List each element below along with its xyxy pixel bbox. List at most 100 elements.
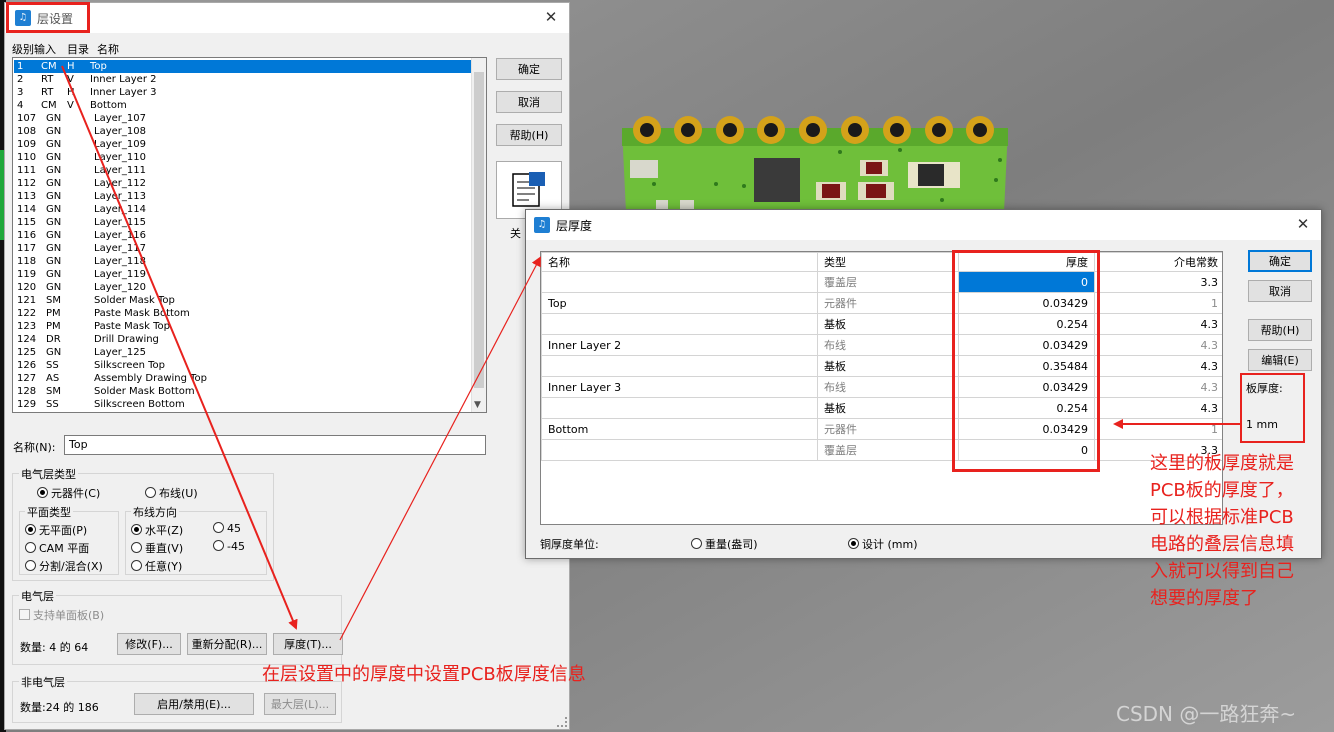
layer-list-item[interactable]: 120 GN Layer_120 [14,281,471,294]
minus45-radio[interactable]: -45 [213,540,245,553]
cell-dielectric[interactable]: 4.3 [1094,397,1222,419]
thickness-row[interactable]: 基板 0.254 4.3 [541,313,1222,335]
layer-type: GN [46,178,62,189]
copper-unit-label: 铜厚度单位: [540,538,599,551]
col-type-header[interactable]: 类型 [817,252,959,272]
thickness-button[interactable]: 厚度(T)... [273,633,343,655]
layer-name: Layer_114 [94,204,146,215]
layer-list-item[interactable]: 125 GN Layer_125 [14,346,471,359]
layer-list-item[interactable]: 119 GN Layer_119 [14,268,471,281]
resize-grip-icon[interactable] [557,717,567,727]
thickness-close-icon[interactable]: ✕ [1295,216,1311,232]
thickness-row[interactable]: Top 元器件 0.03429 1 [541,292,1222,314]
component-radio[interactable]: 元器件(C) [37,485,100,501]
layer-list-scrollbar[interactable]: ▼ [471,58,486,412]
single-sided-checkbox[interactable]: 支持单面板(B) [19,607,104,623]
layer-list-item[interactable]: 117 GN Layer_117 [14,242,471,255]
any-direction-radio[interactable]: 任意(Y) [131,558,182,574]
cell-dielectric[interactable]: 4.3 [1094,313,1222,335]
layer-list-item[interactable]: 107 GN Layer_107 [14,112,471,125]
layer-ok-button[interactable]: 确定 [496,58,562,80]
close-icon[interactable]: ✕ [543,9,559,25]
max-layer-button[interactable]: 最大层(L)... [264,693,336,715]
layer-list-item[interactable]: 1 CM H Top [14,60,471,73]
cell-dielectric[interactable]: 4.3 [1094,334,1222,356]
cam-plane-radio[interactable]: CAM 平面 [25,540,89,556]
thickness-row[interactable]: Inner Layer 2 布线 0.03429 4.3 [541,334,1222,356]
layer-list-item[interactable]: 113 GN Layer_113 [14,190,471,203]
split-mixed-radio[interactable]: 分割/混合(X) [25,558,103,574]
layer-level: 119 [17,269,37,280]
no-plane-radio[interactable]: 无平面(P) [25,522,87,538]
thickness-row[interactable]: Bottom 元器件 0.03429 1 [541,418,1222,440]
thickness-cancel-button[interactable]: 取消 [1248,280,1312,302]
cell-name [541,397,818,419]
layer-list-item[interactable]: 118 GN Layer_118 [14,255,471,268]
layer-list-item[interactable]: 2 RT V Inner Layer 2 [14,73,471,86]
layer-list-item[interactable]: 4 CM V Bottom [14,99,471,112]
layer-list-item[interactable]: 124 DR Drill Drawing [14,333,471,346]
layer-list-item[interactable]: 128 SM Solder Mask Bottom [14,385,471,398]
scroll-down-icon[interactable]: ▼ [474,400,481,410]
layer-list-item[interactable]: 3 RT H Inner Layer 3 [14,86,471,99]
layer-help-button[interactable]: 帮助(H) [496,124,562,146]
layer-list-item[interactable]: 122 PM Paste Mask Bottom [14,307,471,320]
layer-list-item[interactable]: 126 SS Silkscreen Top [14,359,471,372]
layer-name: Layer_115 [94,217,146,228]
thickness-ok-button[interactable]: 确定 [1248,250,1312,272]
thickness-titlebar[interactable]: ♫ 层厚度 ✕ [526,210,1321,240]
name-field[interactable]: Top [64,435,486,455]
layer-list-item[interactable]: 127 AS Assembly Drawing Top [14,372,471,385]
thickness-table[interactable]: 名称 类型 厚度 介电常数 覆盖层 0 3.3 Top 元器件 0.03429 1 基板 0.2… [540,251,1223,525]
cell-dielectric[interactable]: 4.3 [1094,355,1222,377]
layer-list-item[interactable]: 112 GN Layer_112 [14,177,471,190]
thickness-row[interactable]: 基板 0.35484 4.3 [541,355,1222,377]
layer-list-item[interactable]: 115 GN Layer_115 [14,216,471,229]
header-directory: 目录 [67,43,89,56]
thickness-row[interactable]: Inner Layer 3 布线 0.03429 4.3 [541,376,1222,398]
layer-name: Inner Layer 3 [90,87,157,98]
cell-dielectric[interactable]: 4.3 [1094,376,1222,398]
layer-level: 116 [17,230,37,241]
bottom-annotation: 在层设置中的厚度中设置PCB板厚度信息 [262,664,586,685]
layer-type: RT [41,74,54,85]
layer-level: 4 [17,100,24,111]
layer-level: 115 [17,217,37,228]
layer-list-item[interactable]: 129 SS Silkscreen Bottom [14,398,471,411]
reassign-button[interactable]: 重新分配(R)... [187,633,267,655]
enable-disable-button[interactable]: 启用/禁用(E)... [134,693,254,715]
col-name-header[interactable]: 名称 [541,252,818,272]
layer-list-item[interactable]: 123 PM Paste Mask Top [14,320,471,333]
col-dielectric-header[interactable]: 介电常数 [1094,252,1222,272]
plus45-radio[interactable]: 45 [213,522,241,535]
layer-level: 123 [17,321,37,332]
vertical-radio[interactable]: 垂直(V) [131,540,183,556]
thickness-help-button[interactable]: 帮助(H) [1248,319,1312,341]
layer-list-item[interactable]: 121 SM Solder Mask Top [14,294,471,307]
thickness-row[interactable]: 覆盖层 0 3.3 [541,439,1222,461]
layer-list-item[interactable]: 108 GN Layer_108 [14,125,471,138]
layer-list-item[interactable]: 110 GN Layer_110 [14,151,471,164]
unit-weight-radio[interactable]: 重量(盎司) [691,536,758,552]
layer-name: Silkscreen Top [94,360,165,371]
thickness-row[interactable]: 基板 0.254 4.3 [541,397,1222,419]
layer-name: Layer_112 [94,178,146,189]
right-annotation-line: PCB板的厚度了， [1150,480,1294,501]
routing-radio[interactable]: 布线(U) [145,485,198,501]
cell-dielectric[interactable]: 1 [1094,292,1222,314]
modify-button[interactable]: 修改(F)... [117,633,181,655]
layer-list-item[interactable]: 109 GN Layer_109 [14,138,471,151]
layer-list-item[interactable]: 116 GN Layer_116 [14,229,471,242]
cell-dielectric[interactable]: 1 [1094,418,1222,440]
layer-list-item[interactable]: 111 GN Layer_111 [14,164,471,177]
layer-list[interactable]: 1 CM H Top 2 RT V Inner Layer 2 3 RT H Inner Layer … [12,57,487,413]
layer-list-item[interactable]: 114 GN Layer_114 [14,203,471,216]
unit-design-radio[interactable]: 设计 (mm) [848,536,918,552]
scroll-thumb[interactable] [474,72,484,388]
thickness-row[interactable]: 覆盖层 0 3.3 [541,271,1222,293]
horizontal-radio[interactable]: 水平(Z) [131,522,183,538]
layer-cancel-button[interactable]: 取消 [496,91,562,113]
cell-dielectric[interactable]: 3.3 [1094,271,1222,293]
thickness-edit-button[interactable]: 编辑(E) [1248,349,1312,371]
layer-level: 114 [17,204,37,215]
